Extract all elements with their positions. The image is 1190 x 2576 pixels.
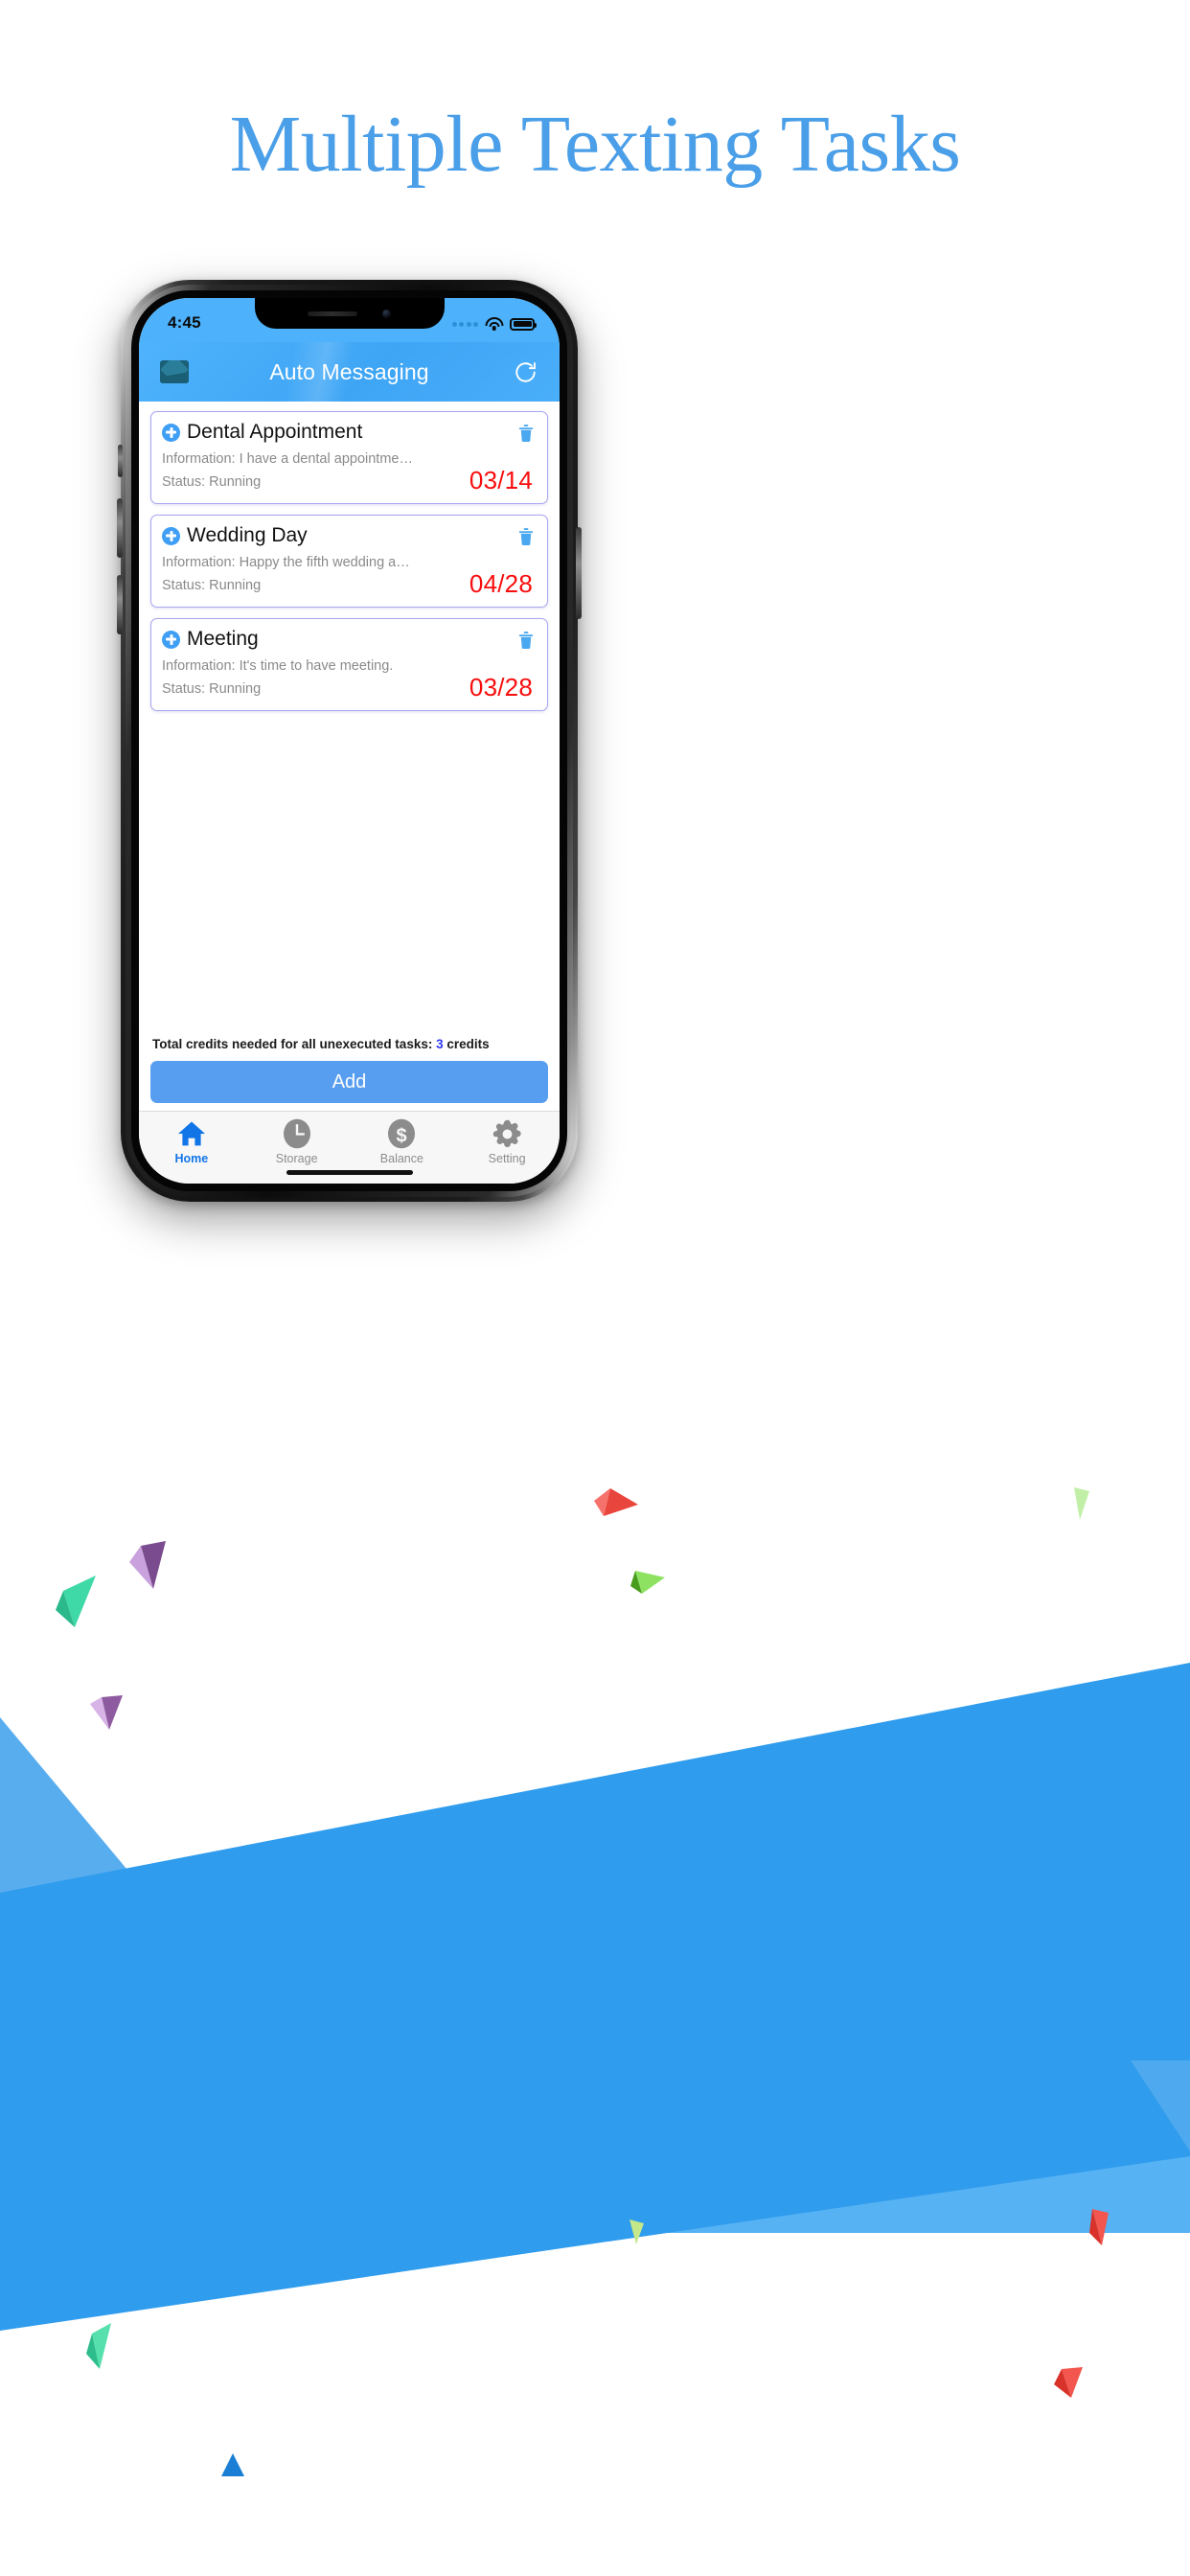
task-title: Dental Appointment	[187, 421, 363, 443]
tab-home-label: Home	[174, 1152, 209, 1165]
tab-home[interactable]: Home	[139, 1118, 244, 1165]
signal-dots-icon	[451, 321, 478, 327]
credits-count: 3	[436, 1037, 444, 1051]
trash-icon[interactable]	[517, 630, 535, 650]
dollar-icon: $	[386, 1118, 417, 1149]
svg-text:$: $	[397, 1126, 407, 1147]
notch	[254, 298, 445, 329]
task-card-body: Information: It's time to have meeting. …	[162, 656, 535, 702]
volume-up-button[interactable]	[117, 498, 123, 558]
task-title: Meeting	[187, 628, 259, 651]
task-card-body: Information: Happy the fifth wedding a… …	[162, 552, 535, 599]
phone-screen: 4:45 Auto Messaging Dental Appointment I…	[139, 298, 560, 1184]
task-card[interactable]: Dental Appointment Information: I have a…	[150, 411, 548, 505]
battery-full-icon	[510, 317, 537, 331]
clock-icon	[282, 1118, 312, 1149]
trash-icon[interactable]	[517, 423, 535, 443]
page-title: Multiple Texting Tasks	[229, 99, 961, 189]
phone-mockup: 4:45 Auto Messaging Dental Appointment I…	[117, 280, 582, 1202]
task-date: 03/14	[469, 466, 533, 495]
home-indicator[interactable]	[286, 1170, 413, 1175]
credits-prefix: Total credits needed for all unexecuted …	[152, 1037, 437, 1051]
wifi-icon	[485, 317, 503, 331]
list-footer: Total credits needed for all unexecuted …	[139, 1037, 560, 1111]
tab-storage-label: Storage	[275, 1152, 318, 1165]
earpiece-speaker	[308, 310, 357, 316]
app-nav-bar: Auto Messaging	[139, 324, 560, 432]
home-icon	[176, 1118, 207, 1149]
status-bar-indicators	[451, 310, 537, 331]
task-card[interactable]: Meeting Information: It's time to have m…	[150, 618, 548, 712]
tab-balance-label: Balance	[379, 1152, 423, 1165]
mail-envelope-icon[interactable]	[160, 360, 189, 383]
tab-setting-label: Setting	[488, 1152, 526, 1165]
volume-down-button[interactable]	[117, 575, 123, 634]
refresh-icon[interactable]	[513, 359, 538, 385]
plus-circle-icon[interactable]	[162, 423, 180, 442]
tab-balance[interactable]: $ Balance	[350, 1118, 455, 1165]
task-card-header: Dental Appointment	[162, 421, 535, 443]
app-title: Auto Messaging	[269, 358, 429, 384]
task-card-header: Wedding Day	[162, 524, 535, 547]
trash-icon[interactable]	[517, 526, 535, 546]
tab-setting[interactable]: Setting	[454, 1118, 560, 1165]
task-card[interactable]: Wedding Day Information: Happy the fifth…	[150, 515, 548, 609]
task-card-header: Meeting	[162, 628, 535, 651]
credits-suffix: credits	[443, 1037, 490, 1051]
task-card-body: Information: I have a dental appointme… …	[162, 448, 535, 494]
status-bar-time: 4:45	[168, 313, 201, 332]
task-date: 04/28	[469, 569, 533, 599]
plus-circle-icon[interactable]	[162, 630, 180, 649]
mute-switch[interactable]	[118, 445, 123, 477]
page-headline: Multiple Texting Tasks	[0, 0, 1190, 288]
front-camera-icon	[382, 309, 391, 318]
credits-summary: Total credits needed for all unexecuted …	[150, 1037, 548, 1061]
plus-circle-icon[interactable]	[162, 526, 180, 545]
power-button[interactable]	[576, 527, 582, 619]
tab-storage[interactable]: Storage	[244, 1118, 350, 1165]
task-list: Dental Appointment Information: I have a…	[139, 402, 560, 1037]
gear-icon	[492, 1118, 522, 1149]
task-title: Wedding Day	[187, 524, 308, 547]
add-button[interactable]: Add	[150, 1061, 548, 1103]
task-date: 03/28	[469, 673, 533, 702]
